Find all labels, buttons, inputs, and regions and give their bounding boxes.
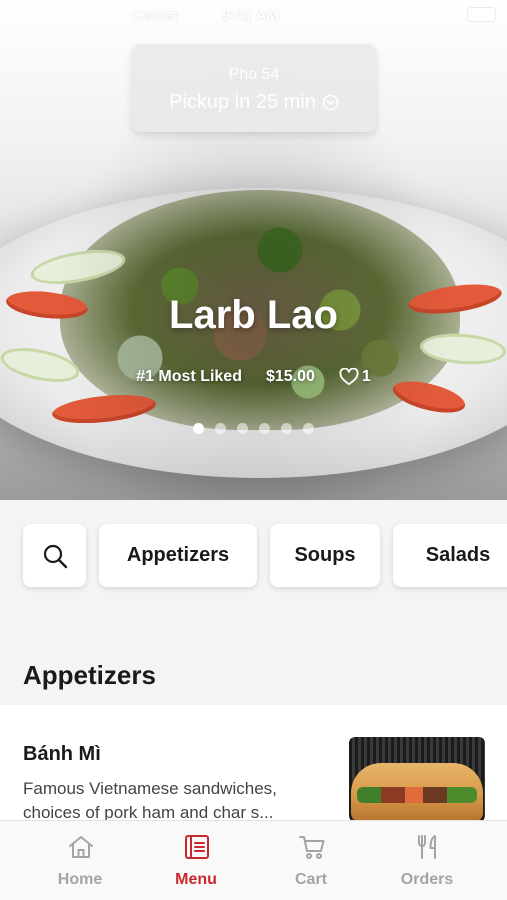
- section-title: Appetizers: [23, 660, 156, 690]
- pickup-row: Pickup in 25 min: [132, 91, 376, 114]
- tab-menu-label: Menu: [175, 871, 217, 888]
- tab-orders[interactable]: Orders: [367, 821, 487, 900]
- heart-icon: [339, 368, 359, 386]
- carousel-dot[interactable]: [215, 423, 226, 434]
- tab-cart-label: Cart: [294, 871, 327, 888]
- bottom-tab-bar: Home Menu Cart Orders: [0, 820, 507, 900]
- category-filter-bar: Appetizers Soups Salads: [0, 500, 507, 612]
- sandwich-filling: [357, 787, 477, 803]
- status-bar: Carrier 9:41 AM: [0, 0, 507, 30]
- clock: 9:41 AM: [222, 7, 279, 24]
- cart-icon: [299, 836, 325, 859]
- tab-cart[interactable]: Cart: [251, 821, 371, 900]
- carousel-dot[interactable]: [193, 423, 204, 434]
- menu-item-image: [349, 737, 485, 820]
- featured-hero[interactable]: Carrier 9:41 AM Pho 54 Pickup in 25 min …: [0, 0, 507, 500]
- carousel-dot[interactable]: [237, 423, 248, 434]
- carrier-label: Carrier: [133, 7, 179, 24]
- featured-item-name: Larb Lao: [169, 293, 338, 337]
- featured-price: $15.00: [265, 368, 315, 385]
- category-chip-soups[interactable]: Soups: [270, 524, 380, 587]
- category-chip-salads[interactable]: Salads: [393, 524, 507, 587]
- home-icon: [69, 836, 93, 858]
- carousel-dot[interactable]: [259, 423, 270, 434]
- fork-knife-icon: [418, 835, 436, 859]
- chevron-down-circle-icon: [322, 94, 339, 111]
- carousel-dot[interactable]: [281, 423, 292, 434]
- category-chip-appetizers[interactable]: Appetizers: [99, 524, 257, 587]
- menu-book-icon: [185, 835, 209, 859]
- featured-item-meta: #1 Most Liked $15.00 1: [0, 368, 507, 386]
- featured-badge: #1 Most Liked: [136, 368, 242, 385]
- battery-icon: [467, 7, 499, 22]
- tab-menu[interactable]: Menu: [136, 821, 256, 900]
- store-pickup-selector[interactable]: Pho 54 Pickup in 25 min: [132, 44, 376, 132]
- tab-home-label: Home: [57, 871, 103, 888]
- store-name: Pho 54: [228, 66, 280, 83]
- menu-item-description: Famous Vietnamese sandwiches, choices of…: [23, 779, 277, 820]
- tab-orders-label: Orders: [400, 871, 454, 888]
- carousel-dot[interactable]: [303, 423, 314, 434]
- like-count: 1: [361, 368, 371, 385]
- like-button[interactable]: 1: [339, 368, 371, 386]
- carousel-pagination[interactable]: [0, 423, 507, 434]
- menu-item-name: Bánh Mì: [23, 743, 101, 765]
- search-icon: [43, 544, 67, 568]
- wifi-icon: [191, 6, 211, 21]
- pickup-time: Pickup in 25 min: [169, 91, 316, 113]
- tab-home[interactable]: Home: [20, 821, 140, 900]
- search-button[interactable]: [23, 524, 86, 587]
- menu-item-card[interactable]: Bánh Mì Famous Vietnamese sandwiches, ch…: [0, 705, 507, 820]
